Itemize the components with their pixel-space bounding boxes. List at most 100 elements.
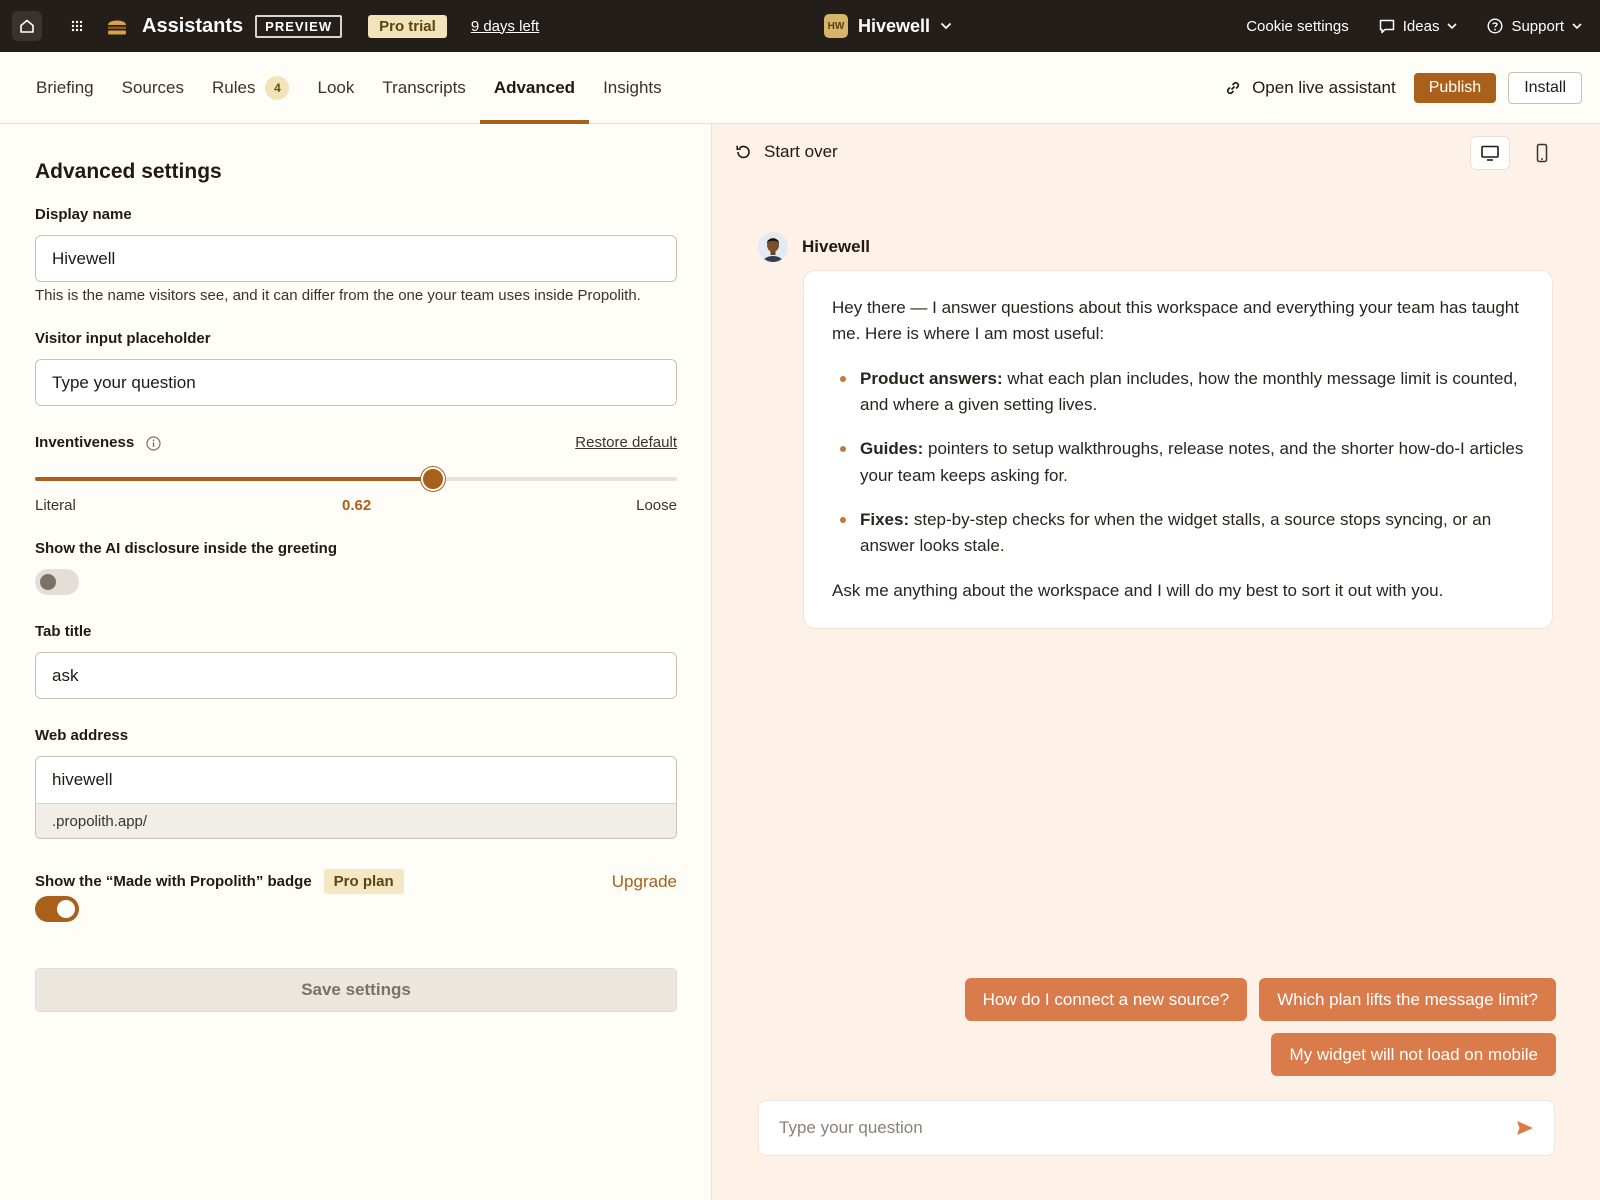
tab-label: Sources	[121, 77, 185, 97]
bot-name: Hivewell	[802, 237, 871, 256]
tab-label: Briefing	[36, 77, 94, 97]
chat-composer[interactable]: Type your question	[758, 1100, 1555, 1156]
workspace-name: Hivewell	[858, 15, 931, 36]
suggestion-chips: How do I connect a new source? Which pla…	[956, 978, 1556, 1076]
workspace-switcher[interactable]: HW Hivewell	[824, 0, 952, 52]
tab-advanced[interactable]: Advanced	[479, 52, 590, 124]
tab-title-label: Tab title	[35, 623, 92, 640]
start-over-label: Start over	[764, 142, 838, 161]
greeting-list: Product answers: what each plan includes…	[832, 366, 1524, 560]
slider-thumb[interactable]	[421, 467, 446, 491]
help-circle-icon	[1487, 18, 1503, 34]
bullet-text: step-by-step checks for when the widget …	[860, 510, 1492, 556]
upgrade-link[interactable]: Upgrade	[612, 872, 677, 892]
support-menu[interactable]: Support	[1487, 18, 1582, 35]
send-icon	[1517, 1121, 1533, 1135]
send-button[interactable]	[1516, 1120, 1534, 1136]
web-address-field: hivewell .propolith.app/	[35, 756, 677, 839]
bot-header: Hivewell	[758, 232, 870, 262]
web-address-label: Web address	[35, 727, 129, 744]
trial-badge: Pro trial	[368, 14, 447, 38]
bullet-text: pointers to setup walkthroughs, release …	[860, 439, 1524, 485]
suggestion-chip[interactable]: My widget will not load on mobile	[1271, 1033, 1556, 1076]
tab-label: Advanced	[493, 77, 576, 97]
tab-transcripts[interactable]: Transcripts	[368, 52, 479, 123]
info-icon[interactable]	[146, 435, 161, 451]
slider-fill	[35, 477, 434, 481]
ideas-menu[interactable]: Ideas	[1379, 18, 1458, 35]
assistant-preview: Start over Hivewell Hey there — I answer…	[712, 124, 1600, 1200]
bot-avatar-icon	[758, 232, 788, 262]
home-icon	[20, 19, 34, 33]
greeting-message: Hey there — I answer questions about thi…	[803, 270, 1553, 630]
page-title: Advanced settings	[35, 160, 222, 183]
desktop-icon	[1481, 145, 1499, 161]
tab-rules[interactable]: Rules 4	[198, 52, 303, 123]
top-bar: Assistants PREVIEW Pro trial 9 days left…	[0, 0, 1600, 52]
tab-insights[interactable]: Insights	[589, 52, 676, 123]
settings-panel: Advanced settings Display name Hivewell …	[0, 124, 712, 1200]
toggle-knob	[40, 574, 56, 590]
save-settings-button[interactable]: Save settings	[35, 968, 677, 1012]
web-address-input[interactable]: hivewell	[36, 757, 676, 804]
inventiveness-header: Inventiveness Restore default	[35, 434, 677, 451]
list-item: Guides: pointers to setup walkthroughs, …	[832, 436, 1524, 489]
install-button[interactable]: Install	[1508, 72, 1582, 104]
badge-label-group: Show the “Made with Propolith” badge Pro…	[35, 869, 404, 894]
placeholder-field[interactable]: Type your question	[35, 359, 677, 406]
avatar	[758, 232, 788, 262]
burger-logo-icon	[108, 20, 126, 35]
brand-logo	[106, 15, 130, 37]
inventiveness-label-text: Inventiveness	[35, 434, 135, 451]
suggestion-chip[interactable]: Which plan lifts the message limit?	[1259, 978, 1556, 1021]
restore-default-link[interactable]: Restore default	[575, 434, 677, 451]
desktop-view-button[interactable]	[1470, 136, 1510, 170]
tab-label: Insights	[603, 77, 662, 97]
closing-text: Ask me anything about the workspace and …	[832, 580, 1444, 600]
preview-toolbar: Start over	[712, 124, 1600, 180]
suggestion-chip[interactable]: How do I connect a new source?	[964, 978, 1248, 1021]
brand-name: Assistants	[142, 14, 244, 37]
tab-bar: Briefing Sources Rules 4 Look Transcripts…	[0, 52, 1600, 124]
apps-grid-button[interactable]	[62, 11, 92, 41]
home-button[interactable]	[12, 11, 42, 41]
pro-plan-badge: Pro plan	[323, 869, 404, 894]
tab-look[interactable]: Look	[303, 52, 368, 123]
link-icon	[1227, 81, 1240, 95]
publish-button[interactable]: Publish	[1413, 73, 1497, 103]
disclosure-label: Show the AI disclosure inside the greeti…	[35, 540, 337, 557]
preview-badge: PREVIEW	[255, 14, 343, 38]
tab-sources[interactable]: Sources	[108, 52, 198, 123]
bullet-title: Fixes:	[860, 510, 910, 530]
inventiveness-label: Inventiveness	[35, 434, 161, 451]
greeting-text: Hey there — I answer questions about thi…	[832, 298, 1519, 344]
rules-count-badge: 4	[265, 75, 290, 100]
composer-input[interactable]: Type your question	[779, 1118, 1516, 1138]
mobile-view-button[interactable]	[1522, 136, 1562, 170]
placeholder-label: Visitor input placeholder	[35, 330, 211, 347]
top-right-menu: Cookie settings Ideas Support	[1246, 0, 1582, 52]
badge-toggle[interactable]	[35, 896, 79, 922]
apps-grid-icon	[71, 20, 83, 32]
disclosure-toggle[interactable]	[35, 569, 79, 595]
support-label: Support	[1511, 17, 1564, 35]
chevron-down-icon	[1447, 22, 1458, 29]
slider-labels: Literal 0.62 Loose	[35, 497, 677, 514]
toggle-knob	[57, 900, 75, 918]
display-name-field[interactable]: Hivewell	[35, 235, 677, 282]
days-left-link[interactable]: 9 days left	[471, 18, 539, 35]
start-over-button[interactable]: Start over	[734, 142, 838, 162]
tab-title-field[interactable]: ask	[35, 652, 677, 699]
tab-label: Look	[317, 77, 355, 97]
tab-label: Rules	[212, 77, 256, 97]
inventiveness-slider[interactable]	[35, 465, 677, 493]
cookie-settings-label: Cookie settings	[1246, 17, 1349, 35]
comment-icon	[1379, 19, 1394, 33]
badge-label: Show the “Made with Propolith” badge	[35, 873, 312, 890]
cookie-settings-link[interactable]: Cookie settings	[1246, 18, 1349, 35]
web-address-suffix: .propolith.app/	[36, 804, 676, 838]
tab-actions: Open live assistant Publish Install	[1224, 52, 1582, 124]
badge-row: Show the “Made with Propolith” badge Pro…	[35, 869, 677, 894]
tab-briefing[interactable]: Briefing	[22, 52, 108, 123]
open-live-assistant-link[interactable]: Open live assistant	[1224, 78, 1396, 98]
